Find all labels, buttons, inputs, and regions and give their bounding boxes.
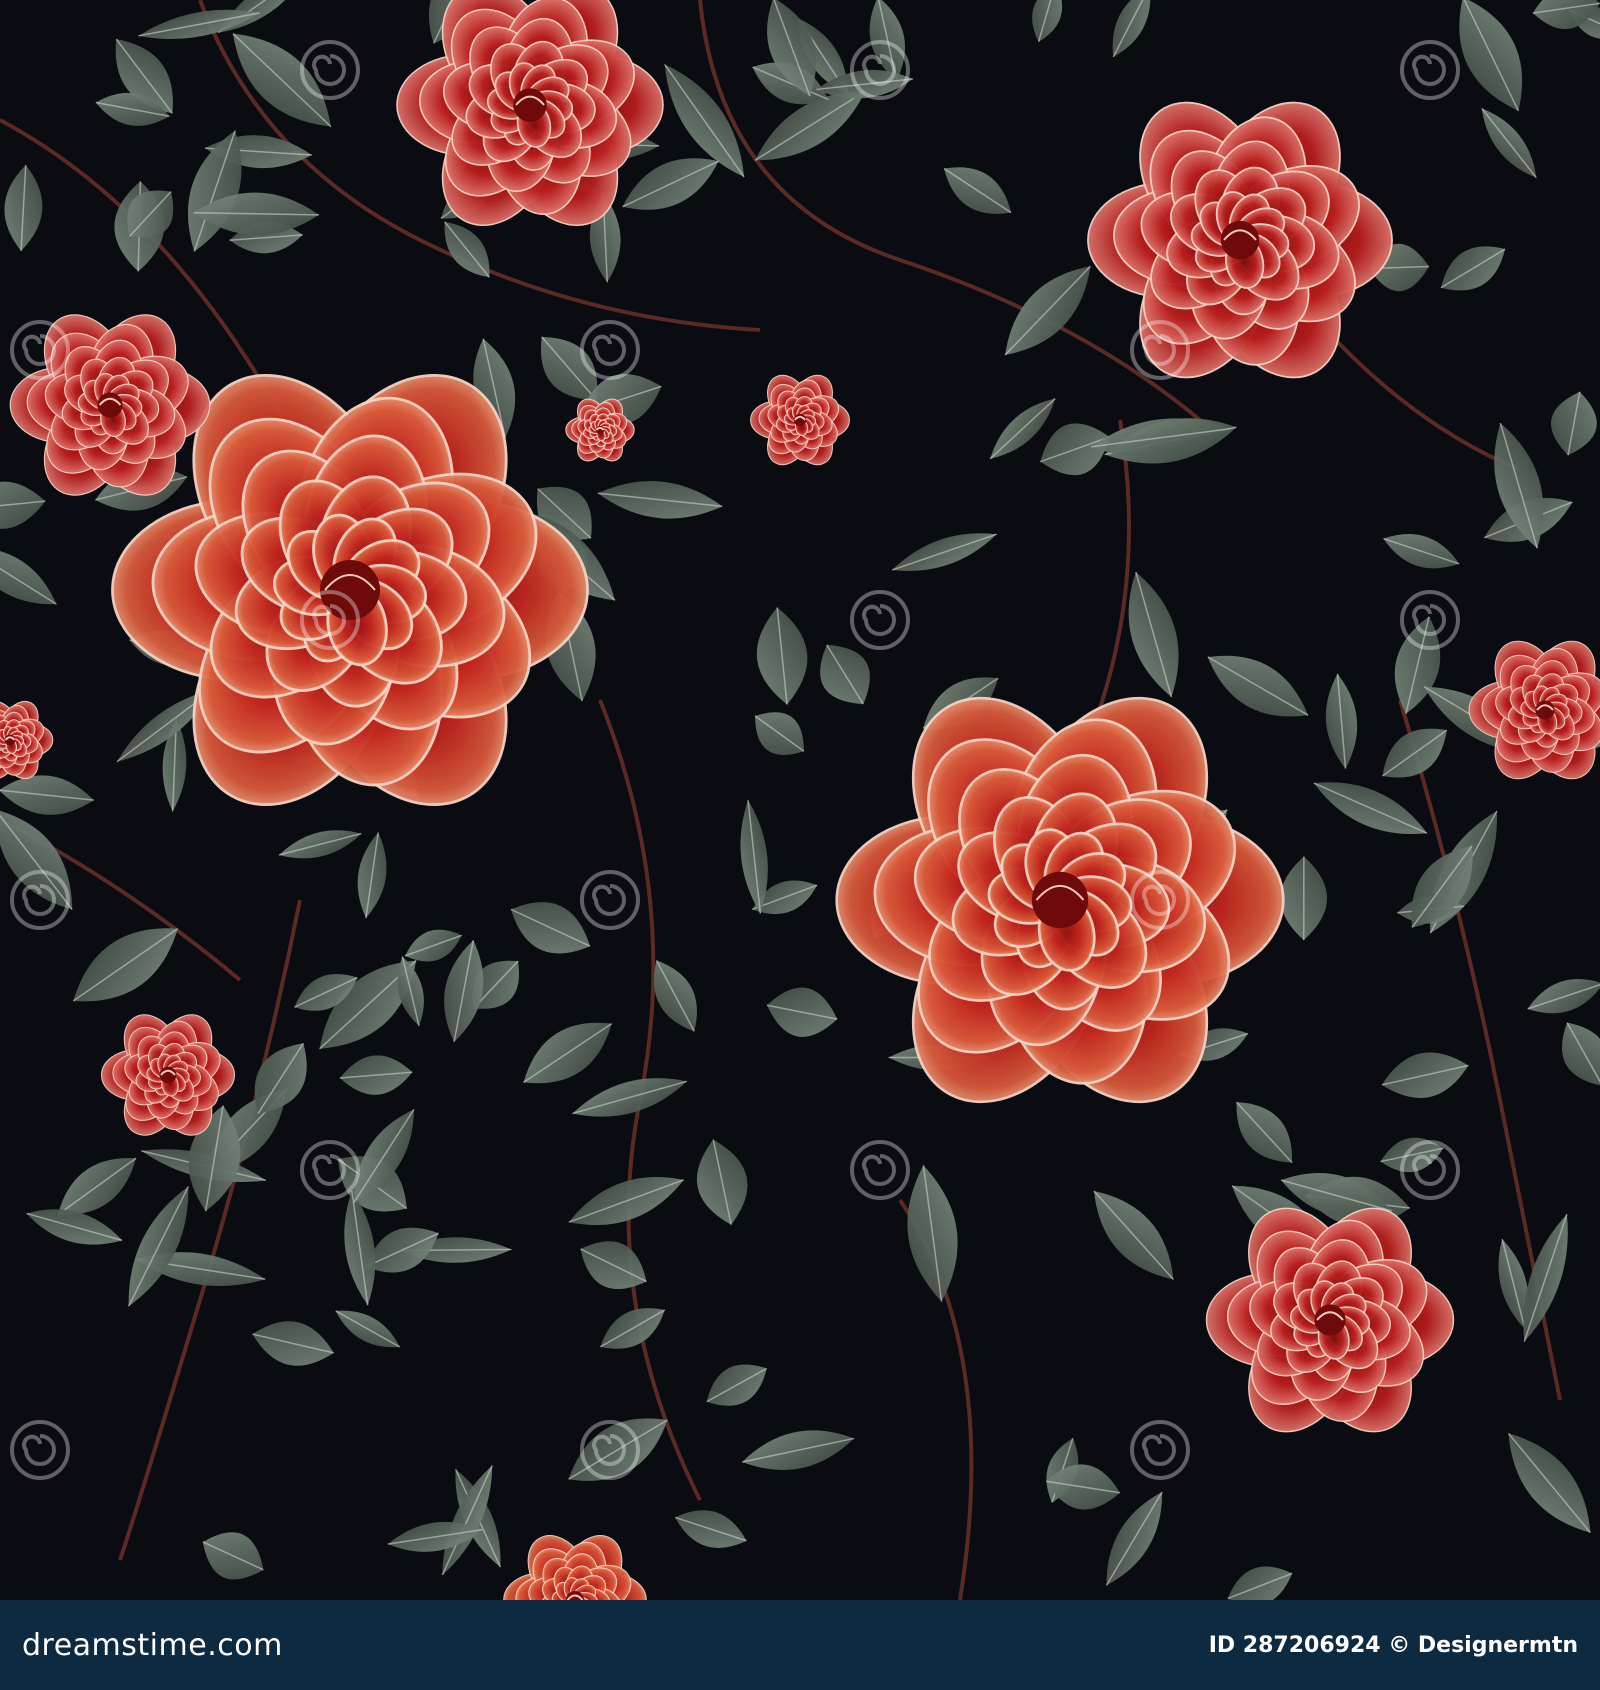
rose-pattern-artwork	[0, 0, 1600, 1600]
stock-image-page: dreamstime.com ID 287206924 © Designermt…	[0, 0, 1600, 1690]
footer-credit-text: ID 287206924 © Designermtn	[1208, 1632, 1578, 1658]
footer-logo-text[interactable]: dreamstime.com	[22, 1628, 283, 1663]
footer-bar: dreamstime.com ID 287206924 © Designermt…	[0, 1600, 1600, 1690]
